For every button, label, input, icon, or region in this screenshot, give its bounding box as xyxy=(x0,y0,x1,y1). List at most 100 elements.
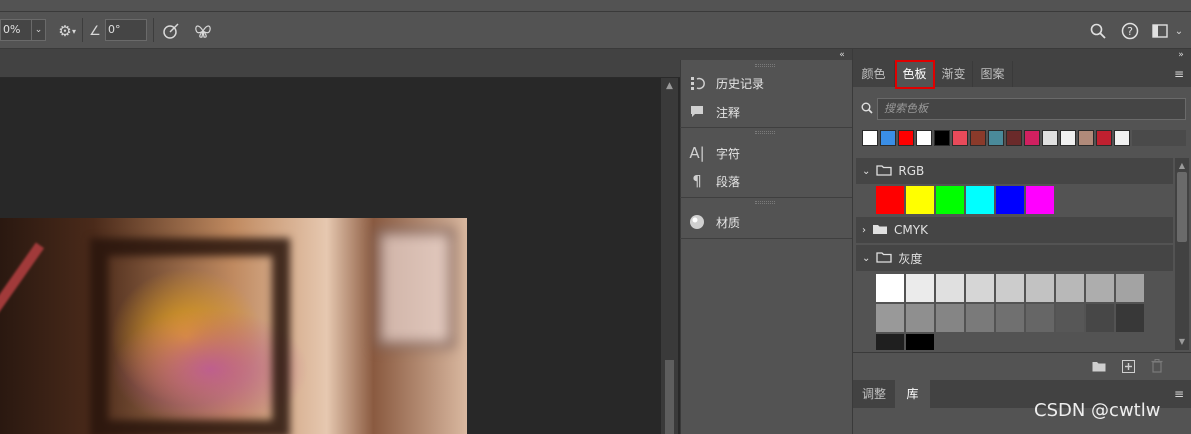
swatch-group-gray[interactable]: ⌄ 灰度 xyxy=(856,245,1173,271)
color-swatch[interactable] xyxy=(996,304,1024,332)
panel-header-strip: « xyxy=(680,49,852,60)
panel-menu-icon[interactable]: ≡ xyxy=(1172,66,1186,82)
chevron-down-icon[interactable]: ⌄ xyxy=(862,166,870,177)
color-swatch[interactable] xyxy=(1086,304,1114,332)
swatch-group-rgb[interactable]: ⌄ RGB xyxy=(856,158,1173,184)
color-swatch[interactable] xyxy=(1078,130,1094,146)
color-swatch[interactable] xyxy=(988,130,1004,146)
color-swatch[interactable] xyxy=(1026,304,1054,332)
swatches-scrollbar[interactable]: ▲ ▼ xyxy=(1175,158,1189,350)
scroll-up-icon[interactable]: ▲ xyxy=(1175,160,1189,170)
color-swatch[interactable] xyxy=(1026,186,1054,214)
color-swatch[interactable] xyxy=(906,274,934,302)
color-swatch[interactable] xyxy=(880,130,896,146)
color-swatch[interactable] xyxy=(1006,130,1022,146)
pressure-icon[interactable] xyxy=(160,20,182,42)
tab-patterns[interactable]: 图案 xyxy=(973,61,1013,87)
angle-field[interactable]: 0° xyxy=(105,19,147,41)
collapse-left-icon[interactable]: « xyxy=(836,49,848,60)
panel-item-notes[interactable]: 注释 xyxy=(688,102,740,122)
color-swatch[interactable] xyxy=(1116,274,1144,302)
color-swatch[interactable] xyxy=(862,130,878,146)
scroll-up-icon[interactable]: ▲ xyxy=(661,80,678,92)
swatch-group-name: CMYK xyxy=(894,223,928,237)
chevron-down-icon[interactable]: ⌄ xyxy=(1172,24,1186,38)
color-swatch[interactable] xyxy=(1024,130,1040,146)
panel-item-history[interactable]: 历史记录 xyxy=(688,73,764,93)
panel-grip[interactable] xyxy=(755,131,775,134)
trash-icon[interactable] xyxy=(1149,358,1165,374)
scroll-thumb[interactable] xyxy=(1177,172,1187,242)
panel-item-materials[interactable]: 材质 xyxy=(688,212,740,232)
butterfly-symmetry-icon[interactable] xyxy=(192,20,214,42)
new-group-icon[interactable] xyxy=(1091,358,1107,374)
workspace-icon[interactable] xyxy=(1150,20,1170,42)
zoom-field[interactable]: 0% ⌄ xyxy=(0,19,46,41)
angle-value: 0° xyxy=(108,23,121,36)
canvas-vertical-scrollbar[interactable]: ▲ xyxy=(661,78,678,434)
image-brush xyxy=(0,242,45,314)
tab-gradients[interactable]: 渐变 xyxy=(935,61,973,87)
tab-adjustments[interactable]: 调整 xyxy=(853,380,895,408)
color-swatch[interactable] xyxy=(936,274,964,302)
materials-icon xyxy=(688,214,706,230)
scroll-down-icon[interactable]: ▼ xyxy=(1175,336,1189,346)
chevron-down-icon[interactable]: ▾ xyxy=(70,25,78,37)
swatch-group-cmyk[interactable]: › CMYK xyxy=(856,217,1173,243)
swatch-search-input[interactable]: 搜索色板 xyxy=(877,98,1186,120)
title-strip xyxy=(0,0,1191,12)
new-swatch-icon[interactable] xyxy=(1120,358,1136,374)
swatch-group-name: 灰度 xyxy=(898,251,923,266)
color-swatch[interactable] xyxy=(898,130,914,146)
panel-menu-icon[interactable]: ≡ xyxy=(1172,386,1186,402)
color-swatch[interactable] xyxy=(906,186,934,214)
color-swatch[interactable] xyxy=(1114,130,1130,146)
color-swatch[interactable] xyxy=(936,304,964,332)
color-swatch[interactable] xyxy=(876,186,904,214)
panel-grip[interactable] xyxy=(755,64,775,67)
color-swatch[interactable] xyxy=(966,186,994,214)
help-icon[interactable]: ? xyxy=(1119,20,1141,42)
panel-grip[interactable] xyxy=(755,201,775,204)
color-swatch[interactable] xyxy=(1060,130,1076,146)
color-swatch[interactable] xyxy=(1026,274,1054,302)
color-swatch[interactable] xyxy=(996,186,1024,214)
color-swatch[interactable] xyxy=(906,334,934,350)
color-swatch[interactable] xyxy=(1116,304,1144,332)
search-icon[interactable] xyxy=(1087,20,1109,42)
scroll-thumb[interactable] xyxy=(665,360,674,434)
document-image[interactable] xyxy=(0,218,467,434)
color-swatch[interactable] xyxy=(876,304,904,332)
panel-group-divider xyxy=(680,197,852,198)
folder-icon xyxy=(876,251,893,266)
color-swatch[interactable] xyxy=(876,274,904,302)
paragraph-icon: ¶ xyxy=(692,172,702,190)
color-swatch[interactable] xyxy=(876,334,904,350)
color-swatch[interactable] xyxy=(996,274,1024,302)
zoom-value: 0% xyxy=(3,23,21,36)
tab-color[interactable]: 颜色 xyxy=(853,61,895,87)
color-swatch[interactable] xyxy=(952,130,968,146)
color-swatch[interactable] xyxy=(970,130,986,146)
color-swatch[interactable] xyxy=(906,304,934,332)
panel-item-paragraph[interactable]: ¶ 段落 xyxy=(688,171,740,191)
color-swatch[interactable] xyxy=(1056,304,1084,332)
color-swatch[interactable] xyxy=(936,186,964,214)
color-swatch[interactable] xyxy=(1096,130,1112,146)
chevron-right-icon[interactable]: › xyxy=(862,225,866,236)
color-swatch[interactable] xyxy=(966,304,994,332)
color-swatch[interactable] xyxy=(934,130,950,146)
color-swatch[interactable] xyxy=(1056,274,1084,302)
color-swatch[interactable] xyxy=(1042,130,1058,146)
swatch-row xyxy=(876,304,1146,332)
chevron-down-icon[interactable]: ⌄ xyxy=(31,20,45,40)
tab-libraries[interactable]: 库 xyxy=(895,380,930,408)
collapse-right-icon[interactable]: » xyxy=(1175,49,1187,61)
watermark: CSDN @cwtlw xyxy=(1034,400,1161,421)
color-swatch[interactable] xyxy=(916,130,932,146)
history-icon xyxy=(688,75,706,91)
chevron-down-icon[interactable]: ⌄ xyxy=(862,253,870,264)
color-swatch[interactable] xyxy=(1086,274,1114,302)
panel-item-character[interactable]: A| 字符 xyxy=(688,143,740,163)
color-swatch[interactable] xyxy=(966,274,994,302)
